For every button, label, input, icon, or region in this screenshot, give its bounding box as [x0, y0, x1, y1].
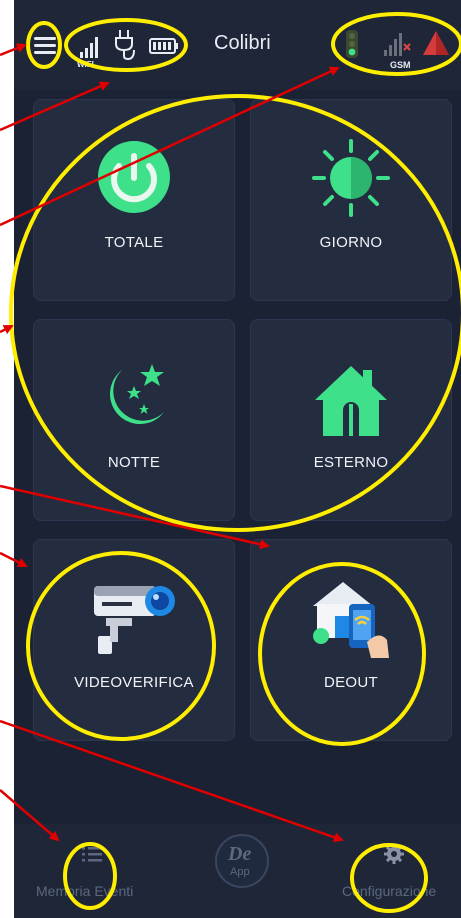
gsm-signal-icon — [384, 33, 411, 56]
app-title: Colibri — [214, 32, 271, 54]
annotation-arrow-tiles — [0, 324, 14, 335]
security-camera-icon — [94, 586, 175, 654]
tile-label: ESTERNO — [313, 454, 389, 471]
menu-icon[interactable] — [34, 35, 56, 55]
tile-giorno[interactable]: GIORNO — [250, 99, 452, 301]
house-icon — [315, 366, 387, 436]
tile-label: VIDEOVERIFICA — [74, 674, 194, 691]
logo-text-top: De — [228, 843, 252, 865]
gsm-label: GSM — [390, 60, 411, 70]
tile-esterno[interactable]: ESTERNO — [250, 319, 452, 521]
deapp-logo-button[interactable]: De App — [215, 834, 269, 888]
gear-icon — [384, 844, 404, 864]
top-bar: WIFI Colibri GSM — [14, 0, 461, 90]
tile-label: GIORNO — [319, 234, 383, 251]
tile-totale[interactable]: TOTALE — [33, 99, 235, 301]
battery-icon — [149, 38, 178, 54]
tile-videoverifica[interactable]: VIDEOVERIFICA — [33, 539, 235, 741]
power-plug-icon — [115, 30, 135, 60]
wifi-label: WIFI — [77, 60, 94, 69]
moon-stars-icon — [110, 364, 164, 424]
tile-label: DEOUT — [324, 674, 378, 691]
app-screen: WIFI Colibri GSM TOTALE GIORNO NOTTE EST… — [14, 0, 461, 918]
power-icon — [98, 141, 170, 213]
traffic-light-icon[interactable] — [344, 30, 360, 60]
list-icon — [82, 847, 102, 862]
tile-label: NOTTE — [107, 454, 161, 471]
nav-label: Memoria Eventi — [36, 883, 134, 899]
tile-label: TOTALE — [104, 234, 164, 251]
tile-notte[interactable]: NOTTE — [33, 319, 235, 521]
nav-configurazione[interactable]: Configurazione — [332, 824, 461, 918]
nav-memoria-eventi[interactable]: Memoria Eventi — [24, 824, 154, 918]
nav-label: Configurazione — [342, 883, 437, 899]
alarm-warning-icon[interactable] — [422, 30, 450, 56]
sun-icon — [312, 139, 390, 217]
wifi-signal-icon — [80, 37, 98, 58]
house-phone-icon — [313, 582, 389, 658]
logo-text-bottom: App — [230, 866, 250, 878]
bottom-navigation: Memoria Eventi De App Configurazione — [14, 824, 461, 918]
tile-deout[interactable]: DEOUT — [250, 539, 452, 741]
